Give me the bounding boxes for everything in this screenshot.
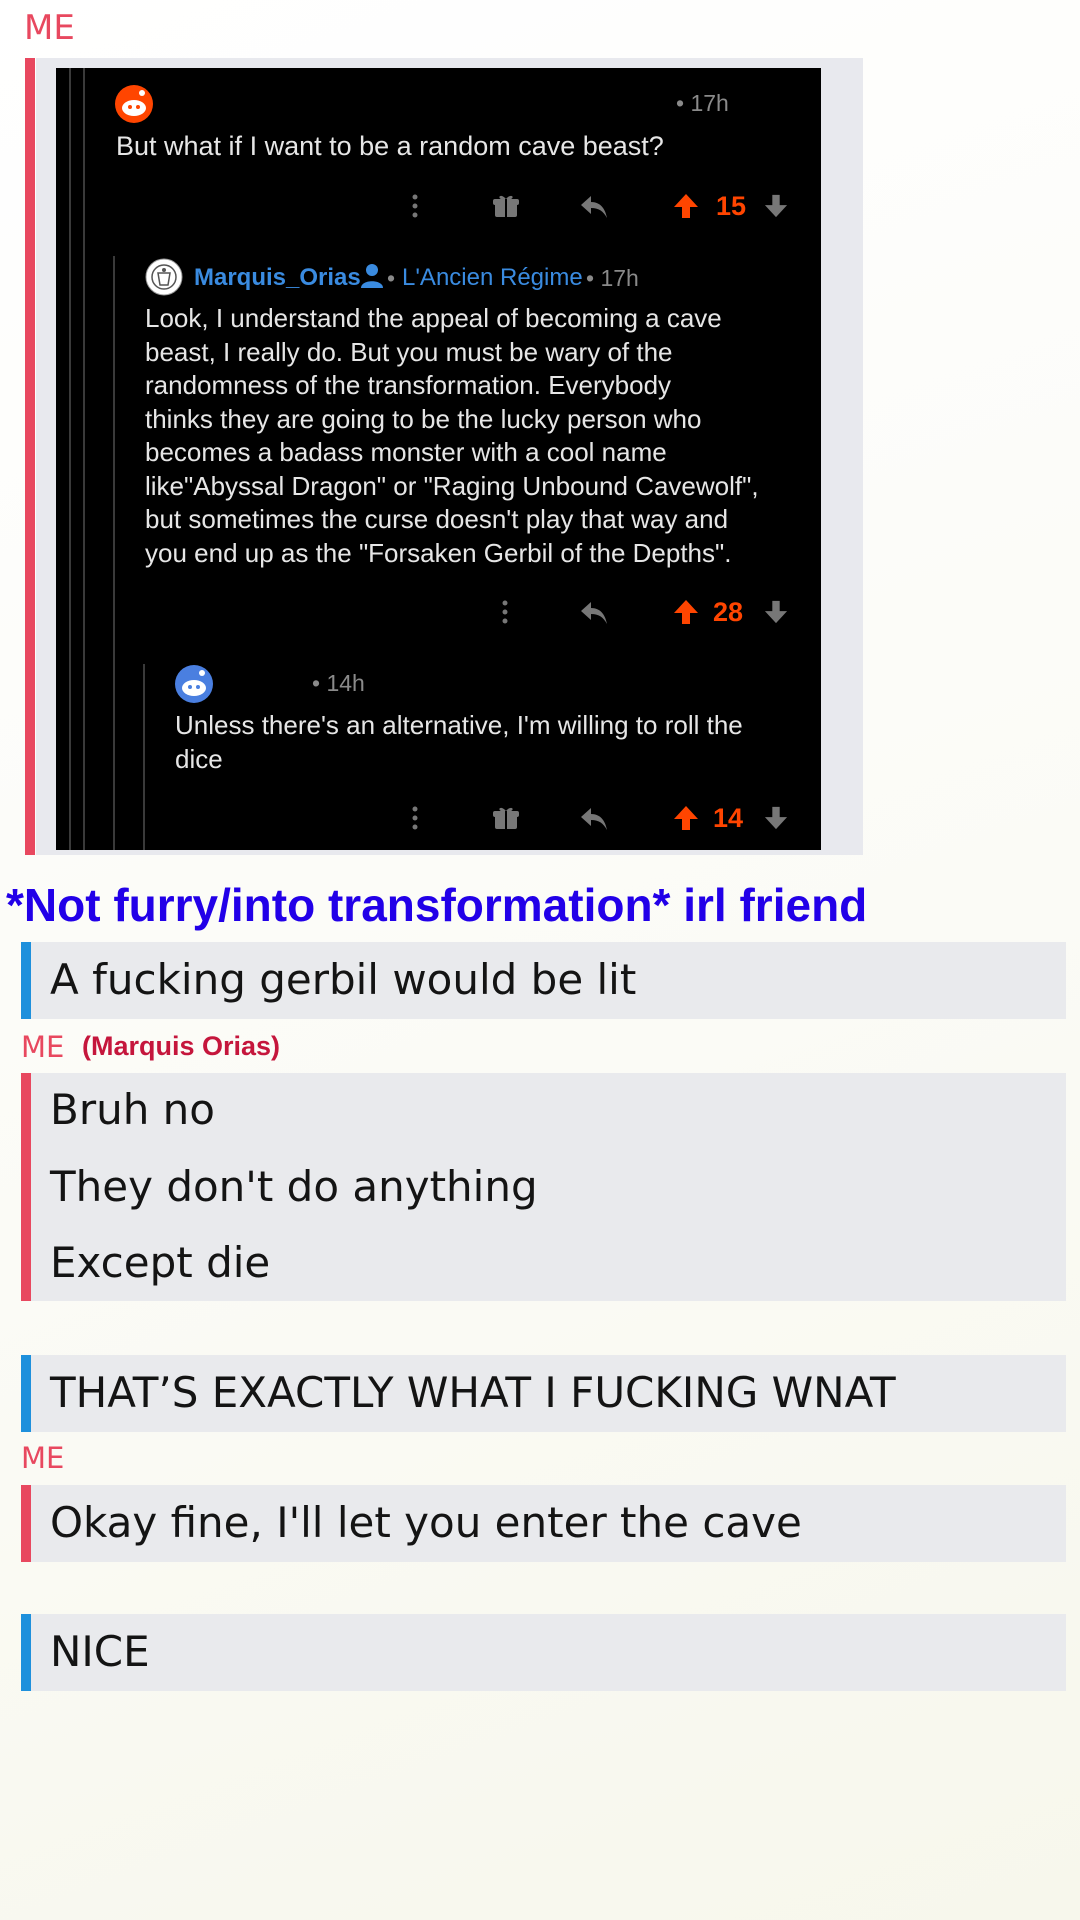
thread-line <box>113 256 115 850</box>
snoo-avatar-icon[interactable] <box>115 85 153 123</box>
caption-text: *Not furry/into transformation* irl frie… <box>6 879 868 931</box>
more-options-icon[interactable] <box>412 806 418 830</box>
upvote-arrow-icon[interactable] <box>673 599 699 625</box>
comment-body: But what if I want to be a random cave b… <box>116 131 664 161</box>
comment-body-line: becomes a badass monster with a cool nam… <box>145 437 667 467</box>
sender-label-me: ME <box>24 8 75 48</box>
comment-body-line: Unless there's an alternative, I'm willi… <box>175 710 743 740</box>
vote-score: 15 <box>716 191 747 221</box>
comment-body-line: Look, I understand the appeal of becomin… <box>145 303 722 333</box>
vote-score: 14 <box>713 803 744 833</box>
comment-username[interactable]: Marquis_Orias <box>194 264 361 292</box>
message-text: THAT’S EXACTLY WHAT I FUCKING WNAT <box>50 1368 896 1417</box>
comment-body-line: thinks they are going to be the lucky pe… <box>145 404 702 434</box>
comment-body-line: dice <box>175 744 223 774</box>
message-text: A fucking gerbil would be lit <box>50 955 637 1004</box>
downvote-arrow-icon[interactable] <box>764 600 788 624</box>
thread-line <box>143 664 145 850</box>
downvote-arrow-icon[interactable] <box>764 806 788 830</box>
friend-accent-bar <box>21 1614 31 1691</box>
me-accent-bar <box>21 1073 31 1301</box>
user-profile-icon <box>360 263 384 289</box>
message-text: They don't do anything <box>50 1162 538 1211</box>
gift-icon[interactable] <box>493 805 519 831</box>
friend-accent-bar <box>21 1355 31 1432</box>
message-text: NICE <box>50 1627 150 1676</box>
comment-body-line: like"Abyssal Dragon" or "Raging Unbound … <box>145 471 759 501</box>
downvote-arrow-icon[interactable] <box>764 194 788 218</box>
user-flair: L'Ancien Régime <box>402 264 583 291</box>
comment-timestamp: • 14h <box>312 670 365 696</box>
comment-timestamp: • 17h <box>586 265 639 291</box>
more-options-icon[interactable] <box>412 194 418 218</box>
comment-body-line: you end up as the "Forsaken Gerbil of th… <box>145 538 732 568</box>
friend-accent-bar <box>21 942 31 1019</box>
message-text: Bruh no <box>50 1085 215 1134</box>
comment-body-line: randomness of the transformation. Everyb… <box>145 370 672 400</box>
reply-icon[interactable] <box>580 806 608 832</box>
message-bubble <box>31 1614 1066 1691</box>
upvote-arrow-icon[interactable] <box>673 193 699 219</box>
me-accent-bar <box>25 58 35 855</box>
message-text: Except die <box>50 1238 271 1287</box>
me-accent-bar <box>21 1485 31 1562</box>
more-options-icon[interactable] <box>502 600 508 624</box>
comment-timestamp: • 17h <box>676 90 729 116</box>
comment-body-line: beast, I really do. But you must be wary… <box>145 337 673 367</box>
separator-dot: • <box>387 265 396 291</box>
gift-icon[interactable] <box>493 193 519 219</box>
sender-label-me: ME <box>21 1441 65 1475</box>
thread-line <box>83 68 85 850</box>
upvote-arrow-icon[interactable] <box>673 805 699 831</box>
snoo-avatar-icon[interactable] <box>175 665 213 703</box>
message-text: Okay fine, I'll let you enter the cave <box>50 1498 802 1547</box>
sender-note: (Marquis Orias) <box>82 1031 281 1061</box>
reply-icon[interactable] <box>580 194 608 220</box>
reddit-screenshot[interactable]: • 17h But what if I want to be a random … <box>56 68 821 850</box>
sender-label-me: ME <box>21 1030 65 1064</box>
reply-icon[interactable] <box>580 600 608 626</box>
thread-line <box>69 68 71 850</box>
comment-body-line: but sometimes the curse doesn't play tha… <box>145 504 729 534</box>
user-avatar-icon[interactable] <box>145 258 183 296</box>
vote-score: 28 <box>713 597 744 627</box>
